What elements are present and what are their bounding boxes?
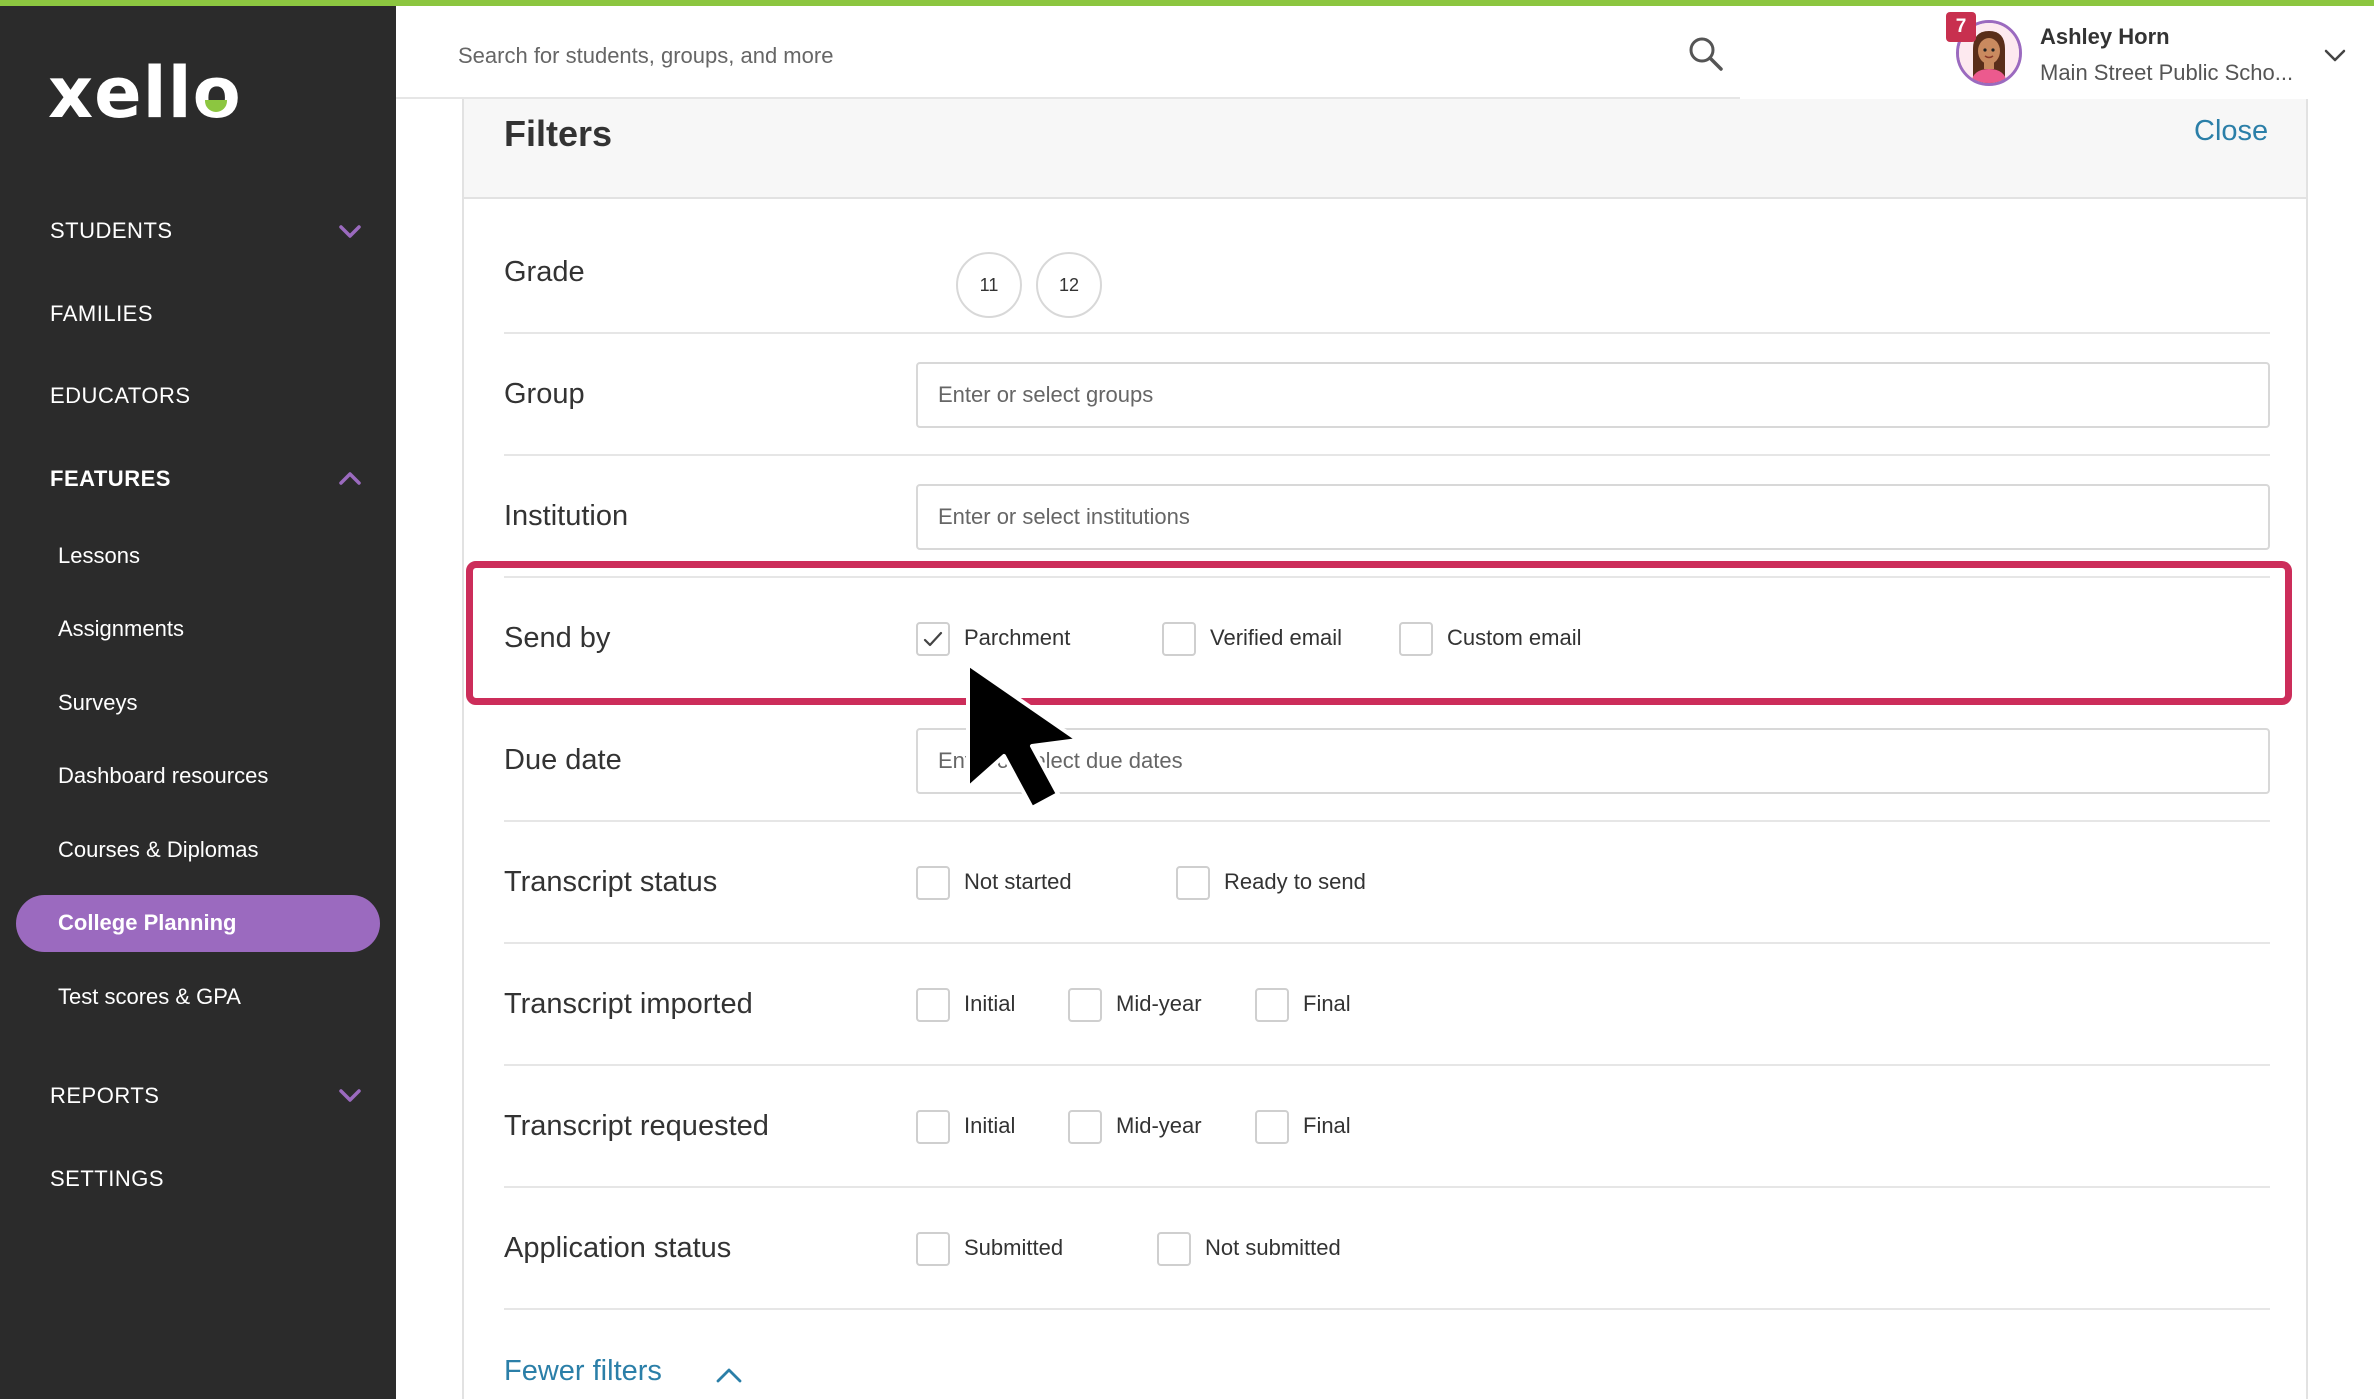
checkbox[interactable] — [1176, 866, 1210, 900]
institution-field[interactable] — [916, 484, 2270, 550]
chevron-up-icon[interactable] — [336, 464, 364, 492]
filter-row-transcript-status: Transcript status Not started Ready to s… — [504, 822, 2270, 944]
chevron-down-icon[interactable] — [336, 1082, 364, 1110]
sidebar-item-assignments[interactable]: Assignments — [58, 616, 184, 642]
checkbox[interactable] — [916, 1232, 950, 1266]
filter-label: Application status — [504, 1232, 732, 1264]
notification-badge[interactable]: 7 — [1946, 12, 1976, 42]
checkbox[interactable] — [1162, 622, 1196, 656]
xello-logo[interactable]: xello — [48, 58, 242, 128]
option-label: Initial — [964, 991, 1016, 1016]
filter-row-transcript-imported: Transcript imported Initial Mid-year Fin… — [504, 944, 2270, 1066]
checkbox[interactable] — [1399, 622, 1433, 656]
sidebar: xello STUDENTS FAMILIES EDUCATORS FEATUR… — [0, 0, 396, 1399]
sidebar-item-test-scores[interactable]: Test scores & GPA — [58, 984, 241, 1010]
chevron-down-icon[interactable] — [336, 218, 364, 246]
fewer-filters-label: Fewer filters — [504, 1355, 662, 1387]
sidebar-item-surveys[interactable]: Surveys — [58, 690, 137, 716]
option-label: Final — [1303, 991, 1351, 1016]
option-label: Mid-year — [1116, 991, 1202, 1016]
option-label: Not started — [964, 869, 1072, 894]
option-label: Custom email — [1447, 625, 1582, 650]
option-label: Parchment — [964, 625, 1071, 650]
search-icon[interactable] — [1686, 34, 1726, 74]
filter-label: Send by — [504, 622, 611, 654]
filter-label: Transcript imported — [504, 988, 753, 1020]
chevron-down-icon[interactable] — [2320, 40, 2350, 70]
nav-reports[interactable]: REPORTS — [50, 1083, 159, 1109]
checkbox[interactable] — [1255, 1110, 1289, 1144]
filter-row-due-date: Due date — [504, 700, 2270, 822]
global-search — [396, 6, 1740, 99]
option-label: Final — [1303, 1113, 1351, 1138]
filter-row-transcript-requested: Transcript requested Initial Mid-year Fi… — [504, 1066, 2270, 1188]
filter-label: Transcript status — [504, 866, 718, 898]
close-button[interactable]: Close — [2194, 115, 2268, 148]
filter-row-group: Group — [504, 334, 2270, 456]
top-accent-bar — [0, 0, 2374, 6]
sidebar-item-college-planning-label: College Planning — [58, 910, 237, 935]
nav-features[interactable]: FEATURES — [50, 466, 171, 492]
page-title: Filters — [504, 113, 613, 154]
filters-header: Filters Close — [464, 99, 2306, 199]
option-label: Not submitted — [1205, 1235, 1341, 1260]
option-label: Submitted — [964, 1235, 1064, 1260]
nav-students[interactable]: STUDENTS — [50, 218, 173, 244]
filter-row-institution: Institution — [504, 456, 2270, 578]
grade-option-11[interactable]: 11 — [956, 252, 1022, 318]
checkbox[interactable] — [916, 1110, 950, 1144]
nav-families[interactable]: FAMILIES — [50, 301, 153, 327]
checkmark-icon — [923, 631, 943, 647]
option-label: Mid-year — [1116, 1113, 1202, 1138]
sidebar-item-courses-diplomas[interactable]: Courses & Diplomas — [58, 837, 259, 863]
filter-label: Grade — [504, 256, 585, 288]
filter-label: Group — [504, 378, 585, 410]
option-label: Verified email — [1210, 625, 1343, 650]
checkbox[interactable] — [916, 622, 950, 656]
nav-settings[interactable]: SETTINGS — [50, 1166, 164, 1192]
filter-label: Transcript requested — [504, 1110, 769, 1142]
filters-panel: Filters Close Grade 11 12 Group Institut… — [462, 99, 2308, 1399]
due-date-field[interactable] — [916, 728, 2270, 794]
checkbox[interactable] — [916, 988, 950, 1022]
filter-row-send-by: Send by Parchment Verified email Custom … — [504, 578, 2270, 700]
nav-educators[interactable]: EDUCATORS — [50, 383, 191, 409]
checkbox[interactable] — [1255, 988, 1289, 1022]
sidebar-item-dashboard-resources[interactable]: Dashboard resources — [58, 763, 268, 789]
search-input[interactable] — [458, 34, 1658, 78]
checkbox[interactable] — [1068, 988, 1102, 1022]
fewer-filters-button[interactable]: Fewer filters — [504, 1355, 742, 1388]
user-school: Main Street Public Scho... — [2040, 60, 2294, 85]
checkbox[interactable] — [1157, 1232, 1191, 1266]
filter-label: Institution — [504, 500, 629, 532]
option-label: Initial — [964, 1113, 1016, 1138]
checkbox[interactable] — [916, 866, 950, 900]
option-label: Ready to send — [1224, 869, 1366, 894]
group-field[interactable] — [916, 362, 2270, 428]
filter-row-grade: Grade 11 12 — [504, 212, 2270, 334]
sidebar-item-lessons[interactable]: Lessons — [58, 543, 140, 569]
chevron-up-icon — [716, 1368, 742, 1383]
filter-row-application-status: Application status Submitted Not submitt… — [504, 1188, 2270, 1310]
user-name: Ashley Horn — [2040, 24, 2170, 49]
filter-label: Due date — [504, 744, 622, 776]
checkbox[interactable] — [1068, 1110, 1102, 1144]
grade-option-12[interactable]: 12 — [1036, 252, 1102, 318]
user-menu[interactable]: 7 Ashley Horn Main Street Public Scho... — [1940, 10, 2360, 94]
